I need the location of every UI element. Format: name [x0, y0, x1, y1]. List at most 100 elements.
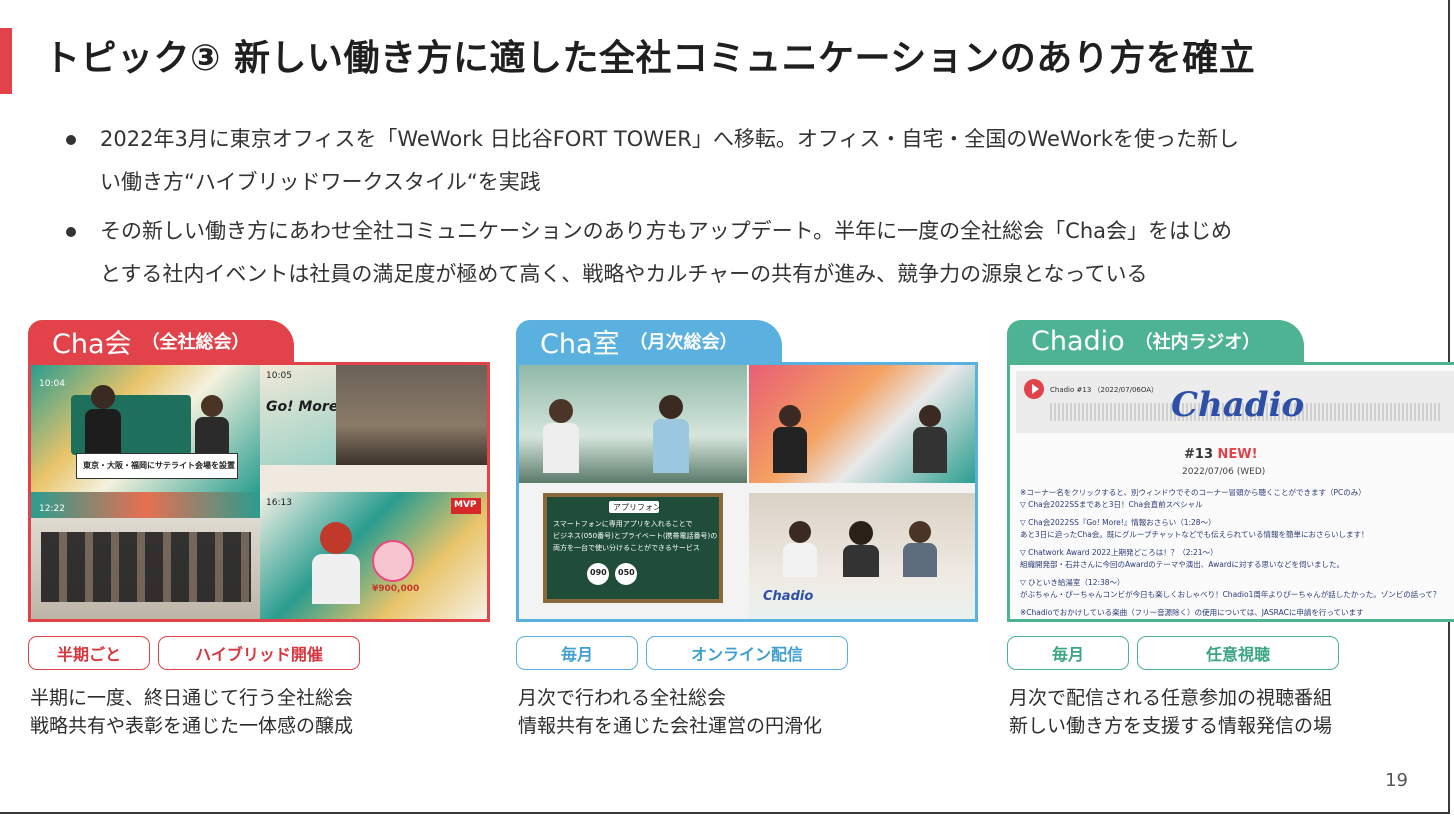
- person-body: [653, 419, 689, 473]
- card-title: Chadio: [1031, 325, 1125, 357]
- card-tab: Cha室 （月次総会）: [516, 320, 782, 362]
- bullet-item: その新しい働き方にあわせ全社コミュニケーションのあり方もアップデート。半年に一度…: [62, 210, 1412, 296]
- episode-number: #13: [1184, 447, 1213, 462]
- caption-box: 東京・大阪・福岡にサテライト会場を設置: [76, 453, 238, 479]
- person-body: [312, 554, 360, 604]
- card-title: Cha会: [52, 328, 132, 360]
- board-title-box: アプリフォン: [609, 501, 661, 513]
- note-line: あと3日に迫ったCha会。既にグループチャットなどでも伝えられている情報を簡単に…: [1020, 530, 1369, 539]
- mvp-badge-text: MVP: [454, 500, 477, 510]
- video-tile: [519, 365, 747, 483]
- note-line: ▽ Cha会2022SSまであと3日！Cha会直前スペシャル: [1020, 500, 1203, 509]
- time-label: 10:05: [266, 371, 292, 381]
- online-meeting-collage: アプリフォン スマートフォンに専用アプリを入れることで ビジネス(050番号)と…: [516, 362, 978, 622]
- card-subtitle: （全社総会）: [141, 332, 250, 353]
- number-label: 090: [590, 568, 607, 577]
- photo-stage-1: 東京・大阪・福岡にサテライト会場を設置 10:04: [31, 365, 260, 492]
- episode-notes: ※コーナー名をクリックすると、別ウィンドウでそのコーナー冒頭から聴くことができま…: [1020, 487, 1454, 619]
- board-title: アプリフォン: [613, 503, 661, 512]
- note-line: がぶちゃん・ぴーちゃんコンビが今日も楽しくおしゃべり！Chadio1周年よりぴー…: [1020, 590, 1441, 599]
- event-photo-collage: 東京・大阪・福岡にサテライト会場を設置 10:04 Go! More! 10:0…: [28, 362, 490, 622]
- person-body: [543, 423, 579, 473]
- person-head: [919, 405, 941, 427]
- bullet-line: い働き方“ハイブリッドワークスタイル“を実践: [100, 170, 541, 194]
- page-number: 19: [1385, 770, 1408, 791]
- new-label: NEW!: [1217, 447, 1258, 462]
- description-line: 月次で配信される任意参加の視聴番組: [1009, 687, 1333, 709]
- board-line: スマートフォンに専用アプリを入れることで: [553, 520, 693, 528]
- episode-heading: #13 NEW!: [1184, 447, 1258, 462]
- card-tab: Chadio （社内ラジオ）: [1007, 320, 1305, 362]
- blackboard: アプリフォン スマートフォンに専用アプリを入れることで ビジネス(050番号)と…: [543, 493, 723, 603]
- bullet-list: 2022年3月に東京オフィスを「WeWork 日比谷FORT TOWER」へ移転…: [62, 118, 1412, 302]
- bullet-item: 2022年3月に東京オフィスを「WeWork 日比谷FORT TOWER」へ移転…: [62, 118, 1412, 204]
- person-head: [320, 522, 352, 554]
- person-head: [201, 395, 223, 417]
- radio-page-screenshot: Chadio #13 （2022/07/06OA） Chadio #13 NEW…: [1007, 362, 1454, 622]
- card-chadio: Chadio （社内ラジオ） Chadio #13 （2022/07/06OA）…: [1007, 320, 1454, 740]
- number-label: 050: [618, 568, 635, 577]
- note-line: ※Chadioでおかけしている楽曲（フリー音源除く）の使用については、JASRA…: [1020, 608, 1364, 617]
- bullet-line: 2022年3月に東京オフィスを「WeWork 日比谷FORT TOWER」へ移転…: [100, 127, 1240, 151]
- person-body: [195, 417, 229, 457]
- mvp-badge: MVP: [451, 498, 481, 514]
- tag-frequency: 半期ごと: [28, 636, 150, 670]
- play-button-icon: [1024, 379, 1044, 399]
- title-accent-bar: [0, 28, 12, 94]
- live-logo-text: Go! More!: [266, 399, 345, 415]
- person-head: [849, 521, 873, 545]
- info-strip: [260, 465, 487, 492]
- description-line: 新しい働き方を支援する情報発信の場: [1009, 715, 1333, 737]
- person-head: [909, 521, 931, 543]
- card-description: 半期に一度、終日通じて行う全社総会 戦略共有や表彰を通じた一体感の醸成: [30, 684, 353, 740]
- note-line: ▽ ひといき給湯室（12:38〜）: [1020, 578, 1125, 587]
- person-body: [913, 427, 947, 473]
- person-head: [91, 385, 115, 409]
- tag-frequency: 毎月: [516, 636, 638, 670]
- board-line: 両方を一台で使い分けることができるサービス: [553, 544, 700, 552]
- person-body: [85, 409, 121, 453]
- card-subtitle: （月次総会）: [629, 332, 738, 353]
- time-label: 16:13: [266, 498, 292, 508]
- bullet-line: とする社内イベントは社員の満足度が極めて高く、戦略やカルチャーの共有が進み、競争…: [100, 262, 1148, 286]
- time-label: 10:04: [39, 379, 65, 389]
- person-head: [549, 399, 573, 423]
- card-title: Cha室: [540, 328, 620, 360]
- slide-title: トピック③ 新しい働き方に適した全社コミュニケーションのあり方を確立: [44, 38, 1256, 79]
- video-tile: [749, 365, 975, 483]
- note-line: ▽ Cha会2022SS『Go! More!』情報おさらい（1:28〜）: [1020, 518, 1216, 527]
- audio-player: Chadio #13 （2022/07/06OA） Chadio: [1016, 371, 1454, 433]
- note-line: ※コーナー名をクリックすると、別ウィンドウでそのコーナー冒頭から聴くことができま…: [1020, 488, 1366, 497]
- time-label: 12:22: [39, 504, 65, 514]
- description-line: 情報共有を通じた会社運営の円滑化: [518, 715, 823, 737]
- photo-venue: Go! More! 10:05: [260, 365, 487, 492]
- seated-crowd: [41, 532, 251, 602]
- video-tile: Chadio: [749, 493, 975, 619]
- person-head: [659, 395, 683, 419]
- description-line: 月次で行われる全社総会: [518, 687, 727, 709]
- chadio-logo: Chadio: [1171, 385, 1305, 425]
- photo-award: ¥900,000 MVP 16:13: [260, 492, 487, 619]
- person-body: [843, 545, 879, 577]
- tag-list: 毎月 任意視聴: [1007, 636, 1339, 672]
- tag-frequency: 毎月: [1007, 636, 1129, 670]
- card-description: 月次で行われる全社総会 情報共有を通じた会社運営の円滑化: [518, 684, 822, 740]
- card-chakai: Cha会 （全社総会） 東京・大阪・福岡にサテライト会場を設置 10:04 Go…: [28, 320, 490, 740]
- card-chashitsu: Cha室 （月次総会） アプリフォン スマートフォンに専用アプリを入れることで …: [516, 320, 978, 740]
- venue-crowd: [336, 365, 487, 465]
- description-line: 戦略共有や表彰を通じた一体感の醸成: [30, 715, 354, 737]
- tag-format: 任意視聴: [1137, 636, 1339, 670]
- tag-list: 半期ごと ハイブリッド開催: [28, 636, 360, 672]
- card-tab: Cha会 （全社総会）: [28, 320, 294, 362]
- card-description: 月次で配信される任意参加の視聴番組 新しい働き方を支援する情報発信の場: [1009, 684, 1332, 740]
- award-sign: [372, 540, 414, 582]
- note-line: ▽ Chatwork Award 2022上期発どころは！？（2:21〜）: [1020, 548, 1218, 557]
- caption-text: 東京・大阪・福岡にサテライト会場を設置: [83, 461, 235, 470]
- person-body: [783, 543, 817, 577]
- tag-format: ハイブリッド開催: [158, 636, 360, 670]
- person-head: [779, 405, 801, 427]
- chadio-mark: Chadio: [763, 589, 814, 604]
- note-line: 組織開発部・石井さんに今回のAwardのテーマや演出、Awardに対する思いなど…: [1020, 560, 1345, 569]
- person-body: [773, 427, 807, 473]
- card-subtitle: （社内ラジオ）: [1134, 332, 1261, 353]
